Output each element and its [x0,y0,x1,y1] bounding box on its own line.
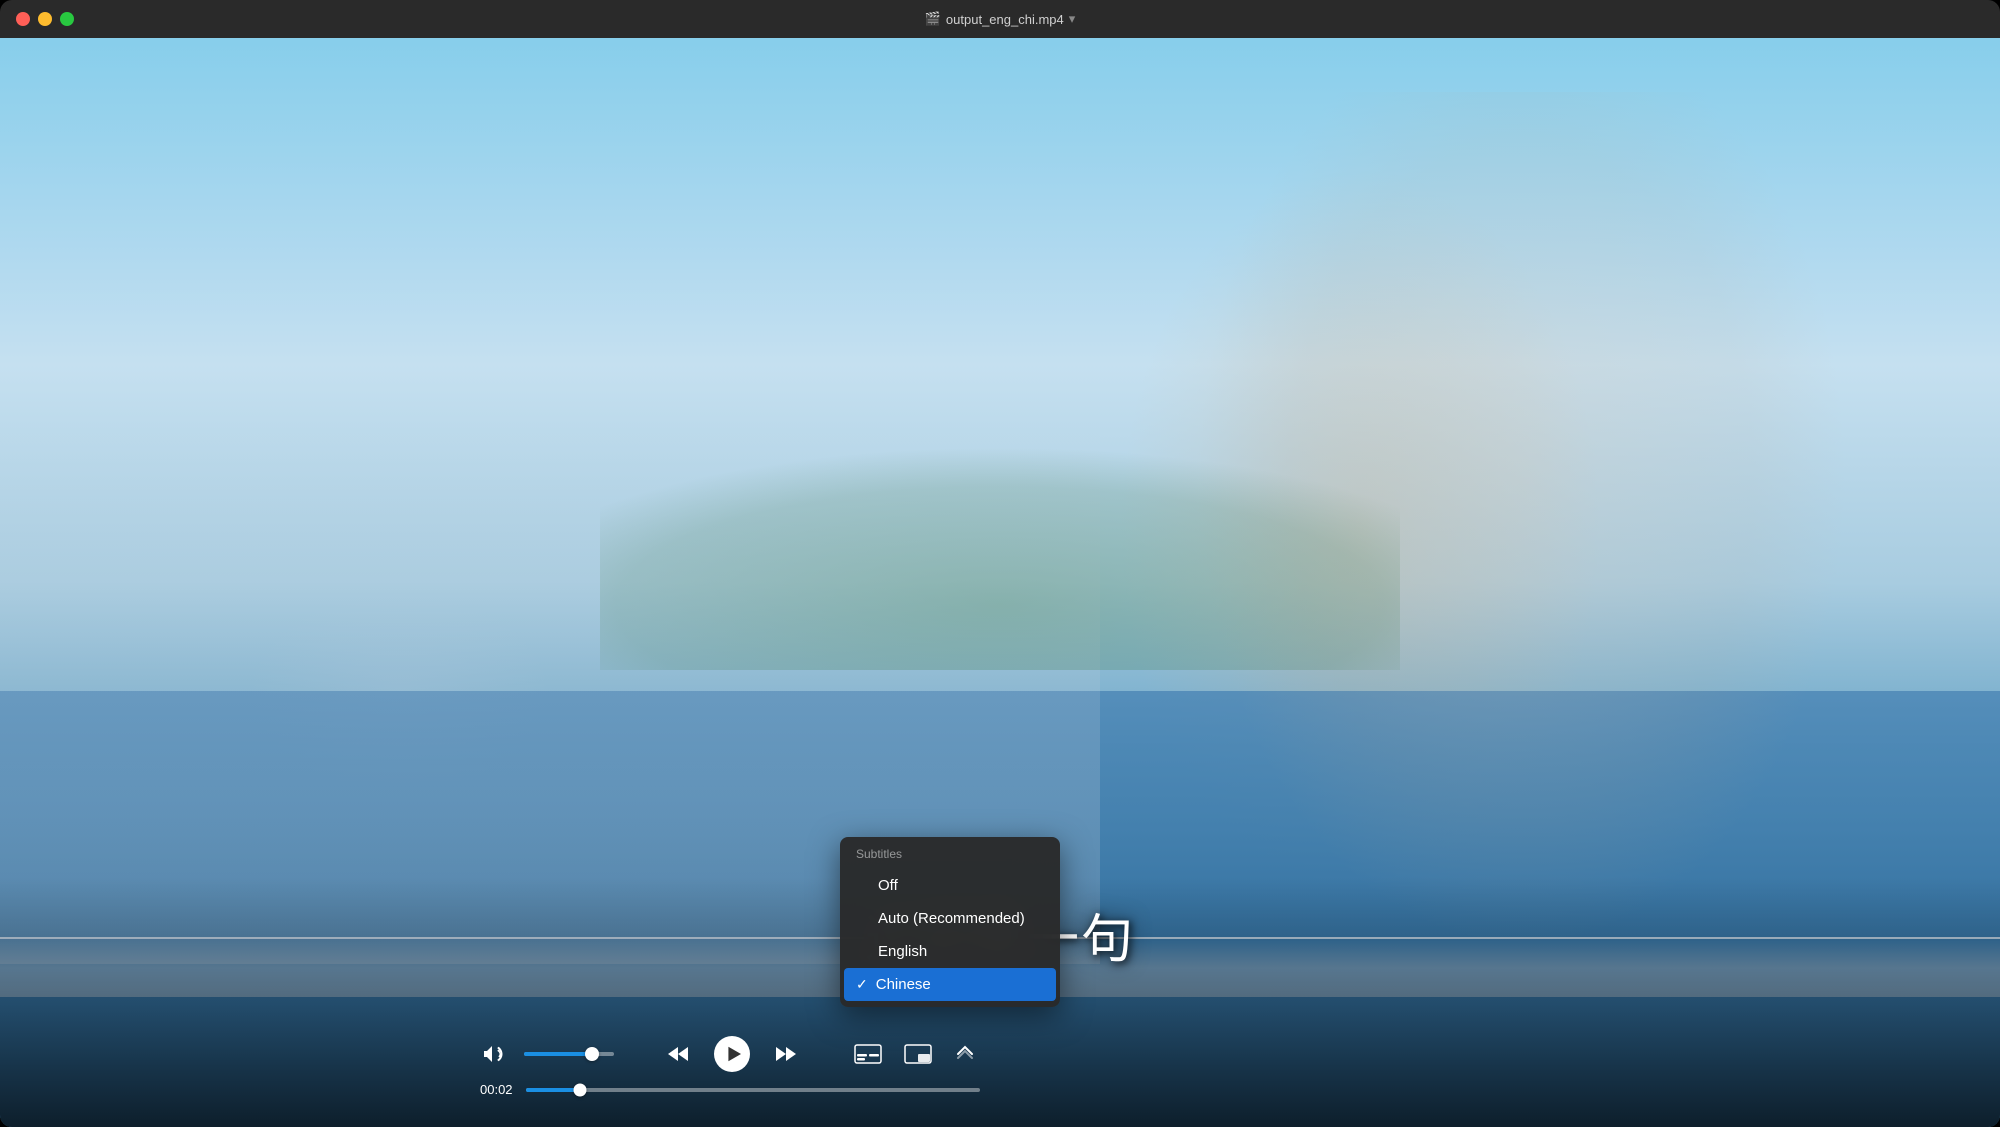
minimize-button[interactable] [38,12,52,26]
progress-thumb [574,1083,587,1096]
window-title: 🎬 output_eng_chi.mp4 ▾ [925,11,1076,27]
subtitle-option-chinese[interactable]: ✓ Chinese [844,968,1056,1001]
chinese-label: Chinese [876,976,931,993]
titlebar: 🎬 output_eng_chi.mp4 ▾ [0,0,2000,38]
traffic-lights [16,12,74,26]
more-button[interactable] [950,1039,980,1069]
current-time: 00:02 [480,1082,516,1097]
forward-button[interactable] [768,1039,804,1069]
volume-fill [524,1052,592,1056]
title-chevron: ▾ [1069,11,1076,27]
auto-label: Auto (Recommended) [878,910,1025,927]
controls-bar: 00:02 [480,1032,980,1097]
subtitle-option-auto[interactable]: Auto (Recommended) [840,902,1060,935]
app-window: 🎬 output_eng_chi.mp4 ▾ 这是第一句 [0,0,2000,1127]
english-label: English [878,943,927,960]
trees-background [600,343,1400,670]
video-area[interactable]: 这是第一句 [0,38,2000,1127]
chinese-check-icon: ✓ [856,976,868,993]
controls-bottom-row: 00:02 [480,1082,980,1097]
progress-fill [526,1088,580,1092]
progress-bar[interactable] [526,1088,980,1092]
play-button[interactable] [710,1032,754,1076]
file-icon: 🎬 [925,11,941,27]
controls-top-row [480,1032,980,1076]
off-label: Off [878,877,898,894]
rewind-button[interactable] [660,1039,696,1069]
title-text: output_eng_chi.mp4 [946,12,1064,27]
subtitle-option-english[interactable]: English [840,935,1060,968]
close-button[interactable] [16,12,30,26]
volume-thumb [585,1047,599,1061]
volume-button[interactable] [480,1041,510,1067]
maximize-button[interactable] [60,12,74,26]
subtitle-option-off[interactable]: Off [840,869,1060,902]
subtitles-menu-header: Subtitles [840,843,1060,869]
subtitles-button[interactable] [850,1039,886,1069]
volume-slider[interactable] [524,1052,614,1056]
subtitles-menu: Subtitles Off Auto (Recommended) English… [840,837,1060,1007]
pip-button[interactable] [900,1039,936,1069]
